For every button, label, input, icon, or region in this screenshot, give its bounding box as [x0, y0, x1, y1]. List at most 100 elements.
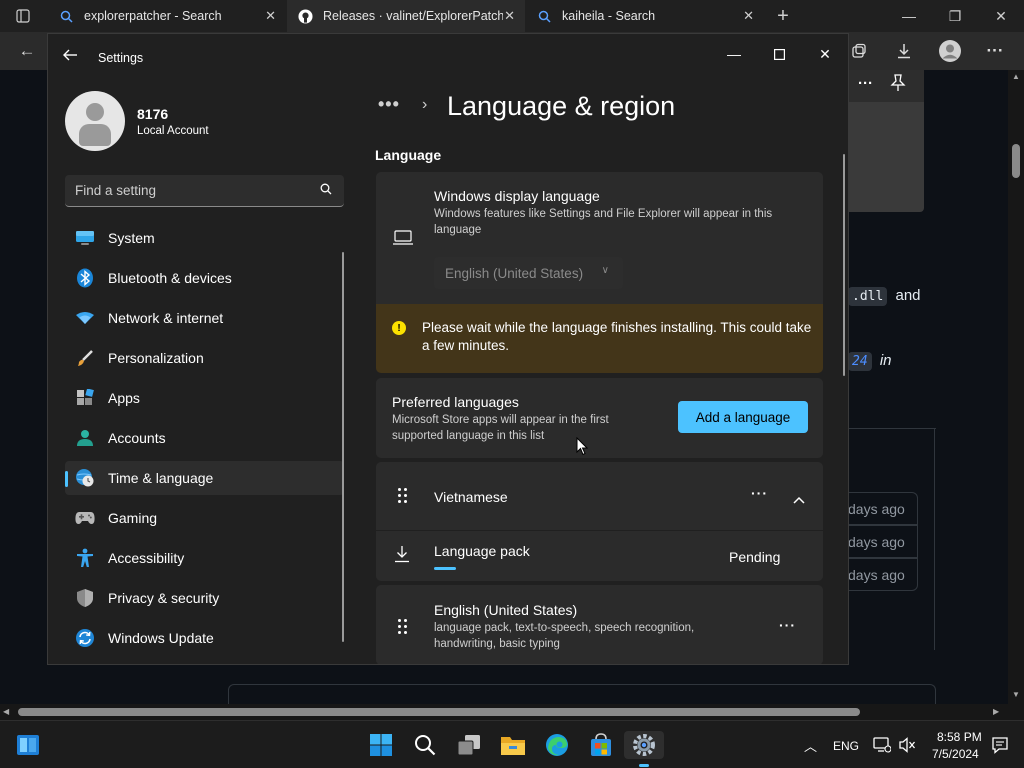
search-icon[interactable]	[411, 731, 439, 759]
sidebar-item-label: Windows Update	[108, 630, 214, 646]
more-options-icon[interactable]: ···	[779, 617, 796, 633]
scroll-left-icon[interactable]: ◀	[3, 707, 9, 716]
microsoft-store-icon[interactable]	[587, 731, 615, 759]
gamepad-icon	[75, 508, 95, 528]
sidebar-item-system[interactable]: System	[65, 221, 344, 255]
tab-actions-icon[interactable]	[0, 0, 46, 32]
dropdown-value: English (United States)	[445, 265, 584, 281]
browser-tab-explorerpatcher-search[interactable]: explorerpatcher - Search ✕	[48, 0, 286, 32]
breadcrumb-more[interactable]: •••	[378, 94, 400, 115]
close-icon[interactable]: ✕	[802, 40, 848, 68]
minimize-icon[interactable]: —	[886, 0, 932, 32]
language-item-vietnamese[interactable]: Vietnamese ···	[376, 462, 823, 530]
widgets-icon[interactable]	[14, 731, 42, 759]
search-box[interactable]	[65, 175, 344, 207]
sidebar-item-accounts[interactable]: Accounts	[65, 421, 344, 455]
settings-app-icon[interactable]	[624, 731, 664, 767]
avatar[interactable]	[65, 91, 125, 151]
close-tab-icon[interactable]: ✕	[504, 8, 515, 24]
sidebar-scrollbar[interactable]	[342, 252, 344, 642]
webpage-text: and	[895, 287, 921, 304]
volume-muted-icon[interactable]	[893, 731, 921, 759]
drag-handle-icon[interactable]	[398, 619, 408, 635]
scroll-down-icon[interactable]: ▼	[1012, 690, 1020, 699]
maximize-icon[interactable]	[756, 40, 802, 68]
close-icon[interactable]: ✕	[978, 0, 1024, 32]
scroll-right-icon[interactable]: ▶	[993, 707, 999, 716]
more-options-icon[interactable]: ···	[751, 485, 768, 501]
sidebar-item-windows-update[interactable]: Windows Update	[65, 621, 344, 655]
chevron-up-icon[interactable]	[793, 491, 805, 509]
chevron-right-icon: ›	[422, 96, 428, 113]
table-row: days ago	[848, 525, 918, 558]
start-menu-icon[interactable]	[367, 731, 395, 759]
sidebar-item-label: Bluetooth & devices	[108, 270, 232, 286]
apps-icon	[75, 388, 95, 408]
search-icon[interactable]	[320, 183, 332, 198]
sidebar-item-label: Apps	[108, 390, 140, 406]
show-hidden-icons-icon[interactable]: ︿	[804, 736, 817, 755]
page-vertical-scrollbar[interactable]: ▲ ▼	[1008, 70, 1024, 704]
sidebar-item-apps[interactable]: Apps	[65, 381, 344, 415]
close-tab-icon[interactable]: ✕	[265, 8, 276, 24]
network-icon[interactable]	[868, 731, 896, 759]
restore-icon[interactable]: ❐	[932, 0, 978, 32]
back-arrow-icon[interactable]: ←	[12, 36, 42, 66]
settings-window: Settings — ✕ 8176 Local Account System B…	[47, 33, 849, 665]
scrollbar-thumb[interactable]	[1012, 144, 1020, 178]
webpage-text-dll: .dll and	[848, 287, 921, 306]
sidebar-item-personalization[interactable]: Personalization	[65, 341, 344, 375]
scrollbar-thumb[interactable]	[18, 708, 860, 716]
progress-fill	[434, 567, 456, 570]
browser-tab-releases[interactable]: Releases · valinet/ExplorerPatcher ✕	[287, 0, 525, 32]
webpage-panel-edge	[228, 684, 936, 704]
more-icon[interactable]: ···	[858, 75, 873, 92]
edge-browser-icon[interactable]	[543, 731, 571, 759]
laptop-icon	[392, 230, 414, 251]
download-icon[interactable]	[889, 36, 919, 66]
search-icon	[536, 8, 552, 24]
divider	[934, 428, 935, 650]
sidebar-item-bluetooth[interactable]: Bluetooth & devices	[65, 261, 344, 295]
search-icon	[58, 8, 74, 24]
close-tab-icon[interactable]: ✕	[743, 8, 754, 24]
back-arrow-icon[interactable]	[62, 48, 78, 67]
new-tab-icon[interactable]: +	[766, 0, 800, 32]
language-name: Vietnamese	[434, 489, 508, 505]
browser-tab-kaiheila-search[interactable]: kaiheila - Search ✕	[526, 0, 764, 32]
input-language-indicator[interactable]: ENG	[833, 739, 859, 753]
preferred-languages-desc: Microsoft Store apps will appear in the …	[392, 414, 609, 442]
sidebar-item-time-language[interactable]: Time & language	[65, 461, 344, 495]
sidebar-item-label: Personalization	[108, 350, 204, 366]
chevron-down-icon: ∨	[601, 265, 609, 276]
profile-avatar-icon[interactable]	[935, 36, 965, 66]
add-language-button[interactable]: Add a language	[678, 401, 808, 433]
github-side-card-header: ···	[848, 70, 924, 102]
table-row: days ago	[848, 558, 918, 591]
file-explorer-icon[interactable]	[499, 731, 527, 759]
search-input[interactable]	[65, 175, 305, 205]
display-language-dropdown[interactable]: English (United States) ∨	[434, 257, 623, 289]
language-item-english[interactable]: English (United States) language pack, t…	[376, 585, 823, 664]
clock-time[interactable]: 8:58 PM	[937, 730, 982, 744]
sidebar-item-accessibility[interactable]: Accessibility	[65, 541, 344, 575]
language-name: English (United States)	[434, 602, 578, 618]
row-time: days ago	[848, 533, 905, 550]
shield-icon	[75, 588, 95, 608]
page-horizontal-scrollbar[interactable]: ◀ ▶	[0, 704, 1024, 720]
task-view-icon[interactable]	[455, 731, 483, 759]
content-scrollbar[interactable]	[843, 154, 845, 376]
drag-handle-icon[interactable]	[398, 488, 408, 504]
clock-date[interactable]: 7/5/2024	[932, 747, 979, 761]
minimize-icon[interactable]: —	[711, 40, 757, 68]
browser-tab-bar: explorerpatcher - Search ✕ Releases · va…	[0, 0, 1024, 32]
browser-menu-icon[interactable]: ···	[980, 36, 1010, 66]
sidebar-item-privacy[interactable]: Privacy & security	[65, 581, 344, 615]
scroll-up-icon[interactable]: ▲	[1012, 72, 1020, 81]
sidebar-item-network[interactable]: Network & internet	[65, 301, 344, 335]
notifications-icon[interactable]	[986, 731, 1014, 759]
sidebar-item-label: System	[108, 230, 155, 246]
pin-icon[interactable]	[890, 74, 906, 97]
table-row: days ago	[848, 492, 918, 525]
sidebar-item-gaming[interactable]: Gaming	[65, 501, 344, 535]
